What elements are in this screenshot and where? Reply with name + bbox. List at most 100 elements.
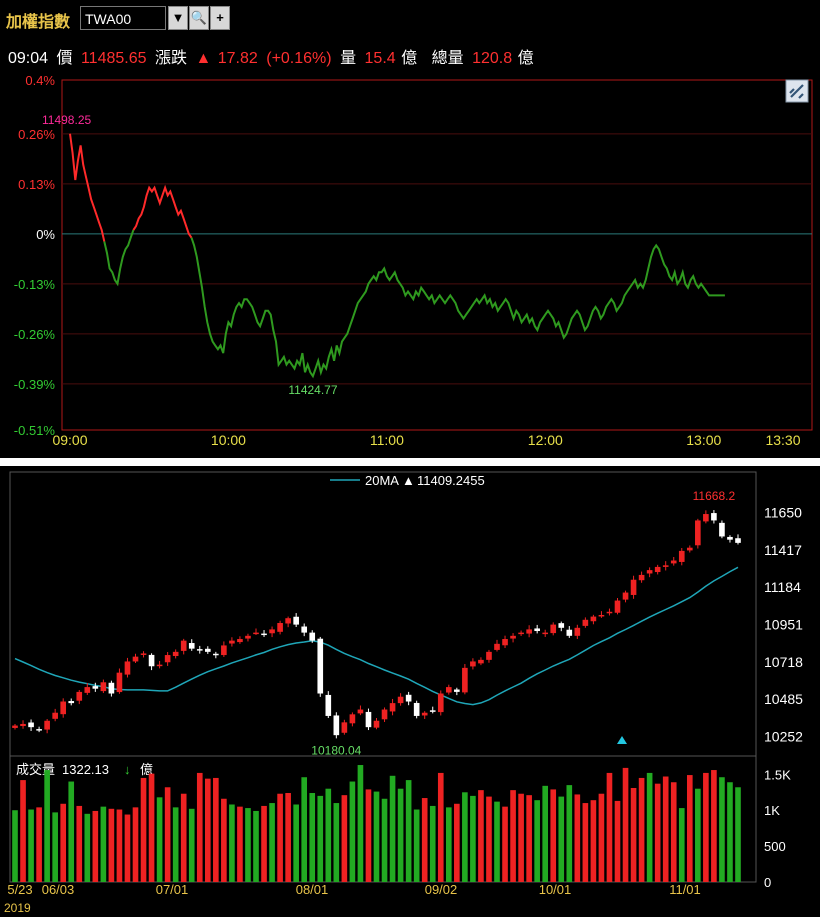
candle-body <box>285 618 291 624</box>
volume-bar <box>349 781 356 882</box>
volume-bar <box>646 772 653 882</box>
y-tick-label: 11650 <box>764 504 802 520</box>
volume-bar <box>269 803 275 882</box>
volume-bar <box>213 777 219 882</box>
volume-bar <box>454 803 460 882</box>
candle-body <box>534 628 540 632</box>
volume-bar <box>116 809 123 882</box>
candle-body <box>156 664 163 667</box>
volume-bar <box>397 788 404 882</box>
high-label: 11668.2 <box>693 489 736 503</box>
candle-body <box>349 714 356 724</box>
volume-bar <box>670 782 677 882</box>
candle-body <box>486 651 492 660</box>
volume-bar <box>92 810 99 882</box>
volume-bar <box>526 795 532 882</box>
candle-body <box>711 513 717 521</box>
volume-bar <box>542 785 549 882</box>
candle-body <box>20 723 26 727</box>
candle-body <box>646 570 653 574</box>
legend-ma-value: 11409.2455 <box>417 473 485 488</box>
link-icon[interactable] <box>785 79 809 103</box>
candle-body <box>678 550 685 562</box>
volume-bar <box>172 807 179 882</box>
candle-body <box>598 614 605 617</box>
volume-bar <box>124 814 131 882</box>
x-tick-label: 13:30 <box>765 432 800 448</box>
volume-bar <box>132 807 139 882</box>
y-tick-label: -0.26% <box>14 327 56 342</box>
y-tick-label: -0.13% <box>14 277 56 292</box>
volume-bar <box>686 775 693 882</box>
intraday-panel: 加權指數 TWA00 ▼ 🔍 + 09:04 價 11485.65 漲跌 ▲ 1… <box>0 0 820 458</box>
volume-bar <box>293 804 299 882</box>
x-tick-label: 10:00 <box>211 432 246 448</box>
volume-bar <box>285 793 291 882</box>
candle-body <box>317 638 324 694</box>
volume-bar <box>381 798 388 882</box>
low-label: 10180.04 <box>311 743 361 757</box>
candle-body <box>606 611 613 614</box>
down-arrow-icon: ↓ <box>124 762 131 777</box>
high-label: 11498.25 <box>42 113 91 127</box>
volume-value: 1322.13 <box>62 762 109 777</box>
candle-body <box>614 600 621 613</box>
candle-body <box>502 639 508 646</box>
candle-body <box>630 579 637 595</box>
candle-body <box>518 632 524 635</box>
candle-body <box>462 667 468 693</box>
legend-ma-label: 20MA <box>365 473 399 488</box>
x-tick-label: 5/23 <box>7 882 32 897</box>
volume-bar <box>108 808 115 882</box>
candle-body <box>542 632 549 635</box>
candle-body <box>357 709 364 714</box>
plot-border <box>61 79 813 431</box>
candle-body <box>60 701 67 715</box>
candle-body <box>76 691 83 701</box>
candle-body <box>124 661 131 675</box>
candle-body <box>196 649 203 651</box>
volume-bar <box>52 812 58 882</box>
candle-body <box>204 648 211 652</box>
x-tick-label: 11/01 <box>669 882 701 897</box>
volume-bar <box>84 813 91 882</box>
candle-body <box>44 720 50 730</box>
volume-bar <box>574 794 581 882</box>
volume-bar <box>156 797 163 882</box>
volume-bar <box>678 808 685 882</box>
price-line-up <box>69 133 106 242</box>
volume-bar <box>735 787 741 882</box>
candle-body <box>654 566 661 573</box>
y-tick-label: 0.4% <box>25 73 55 88</box>
candle-body <box>582 619 589 626</box>
volume-bar <box>140 777 147 882</box>
candle-body <box>333 715 340 736</box>
candle-body <box>413 702 420 716</box>
candle-body <box>550 624 557 634</box>
candle-body <box>622 592 629 600</box>
y-tick-label: 0% <box>36 227 55 242</box>
price-line-down <box>190 237 725 379</box>
y-tick-label: 10485 <box>764 691 803 707</box>
y-tick-label: 11184 <box>764 579 801 595</box>
volume-tick-label: 500 <box>764 839 786 854</box>
y-tick-label: 0.13% <box>18 177 55 192</box>
y-tick-label: 11417 <box>764 542 802 558</box>
candle-body <box>727 536 733 540</box>
volume-bar <box>357 765 364 882</box>
candle-body <box>68 701 75 704</box>
candle-body <box>52 712 58 719</box>
volume-bar <box>534 800 540 882</box>
y-tick-label: 10718 <box>764 654 803 670</box>
candle-body <box>293 616 299 625</box>
volume-bar <box>510 790 516 882</box>
volume-bar <box>486 796 492 882</box>
candle-body <box>470 661 476 667</box>
candle-body <box>719 522 725 537</box>
legend-arrow-icon: ▲ <box>402 473 415 488</box>
volume-bar <box>341 795 348 882</box>
x-tick-label: 12:00 <box>528 432 563 448</box>
volume-bar <box>253 810 259 882</box>
volume-bar <box>325 788 332 882</box>
volume-tick-label: 1K <box>764 803 780 818</box>
